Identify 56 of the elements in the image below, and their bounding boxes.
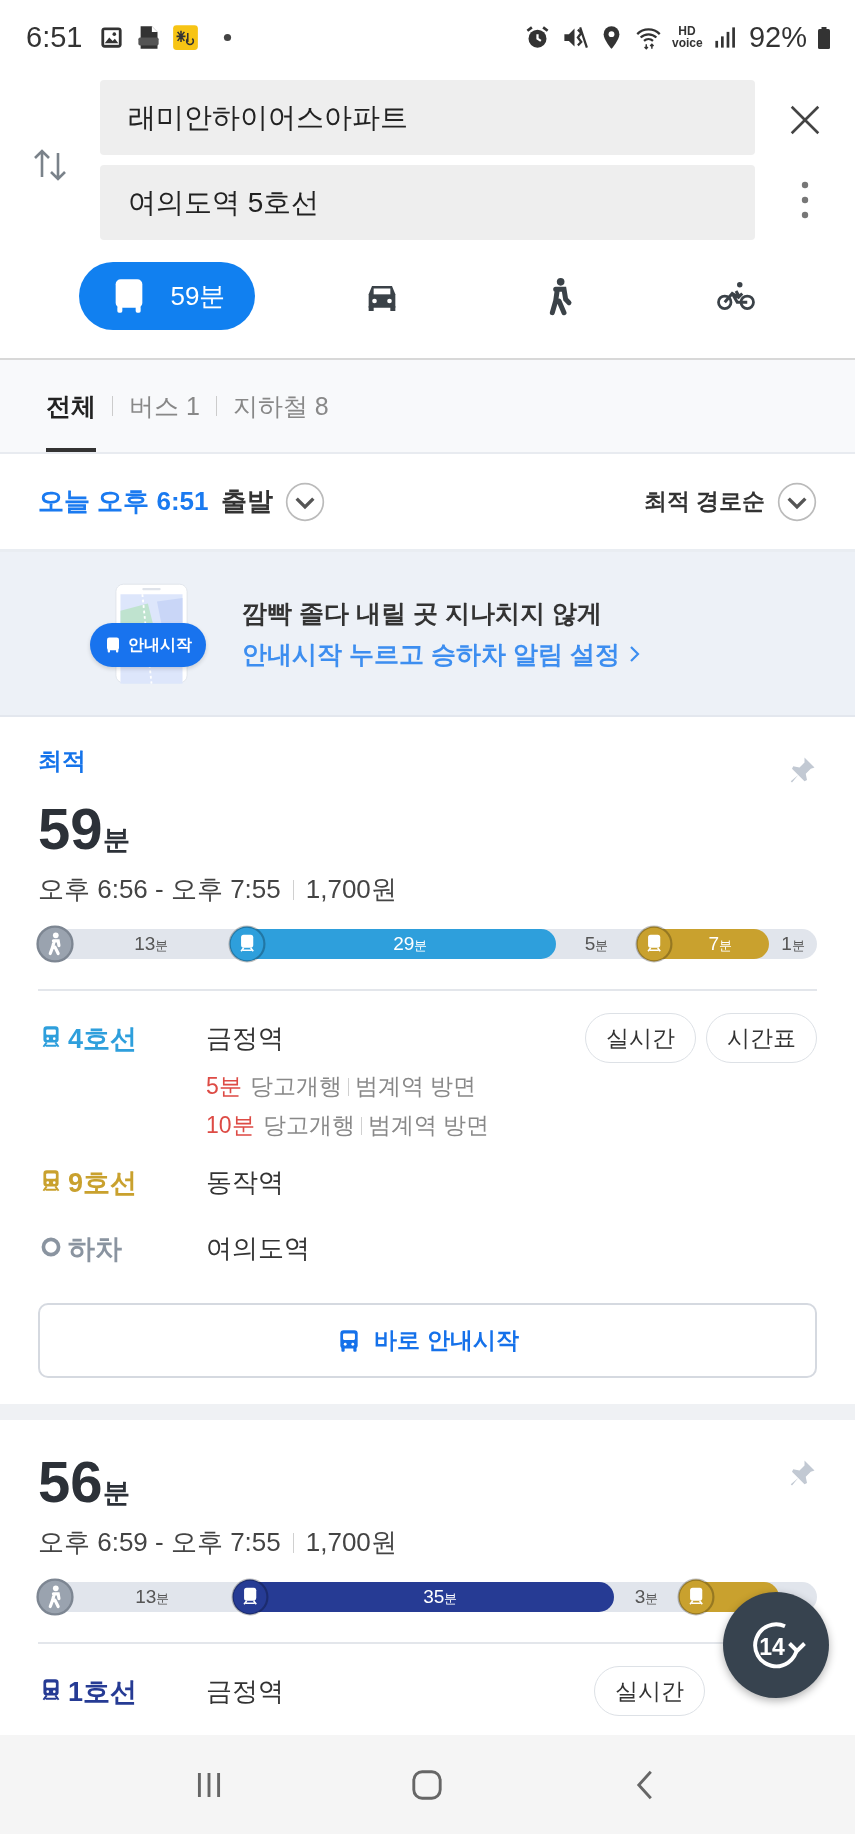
more-icon[interactable] bbox=[800, 179, 810, 220]
dot-icon bbox=[223, 33, 233, 42]
station-name: 금정역 bbox=[206, 1021, 284, 1055]
segment-duration: 29분 bbox=[393, 933, 428, 955]
segment-duration: 13분 bbox=[134, 933, 169, 955]
route-fare: 1,700원 bbox=[305, 873, 397, 906]
walking-person-icon bbox=[36, 925, 74, 963]
walking-person-icon bbox=[36, 1578, 74, 1616]
route-duration: 56분 bbox=[38, 1448, 130, 1515]
train-direction: 범계역 방면 bbox=[367, 1111, 489, 1140]
start-guide-button[interactable]: 바로 안내시작 bbox=[38, 1303, 817, 1378]
alight-label: 하차 bbox=[68, 1233, 122, 1266]
train-destination: 당고개행 bbox=[249, 1072, 342, 1101]
arrival-wait: 5분 bbox=[206, 1072, 242, 1101]
segment-duration: 7분 bbox=[708, 933, 732, 955]
bus-icon bbox=[104, 636, 122, 654]
segment-duration: 35분 bbox=[423, 1586, 458, 1608]
route-times: 오후 6:59 - 오후 7:55 bbox=[38, 1526, 281, 1559]
station-name: 동작역 bbox=[206, 1165, 284, 1199]
promo-headline: 깜빡 졸다 내릴 곳 지나치지 않게 bbox=[242, 597, 603, 629]
start-guide-badge: 안내시작 bbox=[90, 623, 206, 667]
train-direction: 범계역 방면 bbox=[354, 1072, 477, 1101]
station-name: 여의도역 bbox=[206, 1231, 310, 1265]
line-name: 4호선 bbox=[68, 1023, 138, 1056]
line-name: 1호선 bbox=[68, 1676, 138, 1709]
refresh-button[interactable]: 14 bbox=[723, 1592, 829, 1698]
filter-tab[interactable]: 전체 bbox=[46, 360, 96, 452]
segment-duration: 13분 bbox=[135, 1586, 170, 1608]
route-duration: 59분 bbox=[38, 795, 130, 862]
route-tag: 최적 bbox=[38, 745, 130, 777]
chevron-down-icon[interactable] bbox=[777, 481, 817, 522]
segment-duration: 5분 bbox=[584, 933, 609, 955]
battery-level: 92% bbox=[748, 21, 807, 54]
departure-time[interactable]: 오늘 오후 6:51 bbox=[38, 484, 209, 519]
station-name: 금정역 bbox=[206, 1674, 284, 1708]
sort-option[interactable]: 최적 경로순 bbox=[643, 486, 765, 517]
clock-time: 6:51 bbox=[26, 21, 83, 54]
schedule-button[interactable]: 실시간 bbox=[585, 1013, 696, 1063]
route-times: 오후 6:56 - 오후 7:55 bbox=[38, 873, 281, 906]
bus-tab[interactable]: 59분 bbox=[78, 262, 256, 330]
battery-icon bbox=[817, 25, 831, 50]
origin-field[interactable]: 래미안하이어스아파트 bbox=[100, 80, 755, 155]
chevron-down-icon[interactable] bbox=[284, 481, 325, 522]
line-name: 9호선 bbox=[68, 1167, 138, 1200]
app-icon bbox=[172, 24, 200, 51]
schedule-button[interactable]: 시간표 bbox=[706, 1013, 817, 1063]
chevron-right-icon bbox=[627, 644, 640, 664]
route-fare: 1,700원 bbox=[305, 1526, 397, 1559]
hd-voice-indicator: HD voice bbox=[671, 26, 702, 49]
segment-duration: 1분 bbox=[781, 933, 805, 955]
schedule-button[interactable]: 실시간 bbox=[594, 1666, 705, 1716]
departure-label: 출발 bbox=[220, 485, 273, 518]
destination-field[interactable]: 여의도역 5호선 bbox=[100, 165, 755, 240]
train-destination: 당고개행 bbox=[262, 1111, 355, 1140]
arrival-wait: 10분 bbox=[206, 1111, 255, 1140]
segment-duration: 3분 bbox=[634, 1586, 659, 1608]
